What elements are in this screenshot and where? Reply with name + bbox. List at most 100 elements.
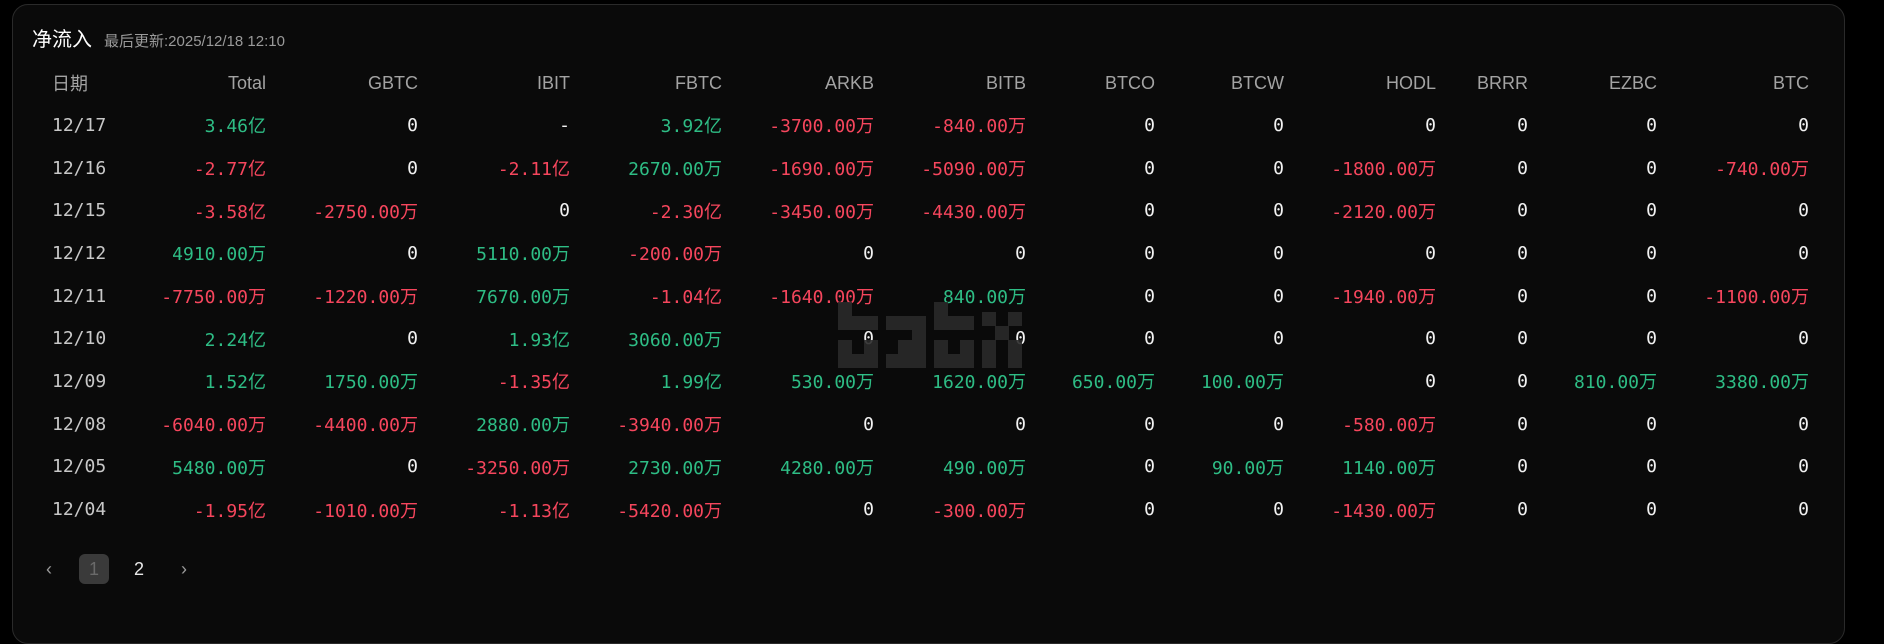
flow-cell-gbtc: 1750.00万 (324, 372, 418, 394)
flow-cell-btcw: 0 (1273, 200, 1284, 222)
flow-cell-total: 4910.00万 (172, 244, 266, 266)
flow-cell-btco: 0 (1144, 157, 1155, 179)
flow-cell-btc: 0 (1798, 456, 1809, 478)
table-row: 12/16 -2.77亿 0 -2.11亿 2670.00万 -1690.00万 -5090… (19, 147, 1819, 190)
flow-cell-hodl: 0 (1425, 114, 1436, 136)
flow-cell-gbtc: -4400.00万 (313, 415, 418, 437)
row-spacer (1809, 232, 1819, 275)
flow-cell-btc: 0 (1798, 242, 1809, 264)
flow-cell-total: -3.58亿 (193, 201, 266, 223)
row-spacer (1809, 446, 1819, 489)
flow-cell-btc: 0 (1798, 200, 1809, 222)
page-button-2[interactable]: 2 (124, 554, 154, 584)
flow-cell-ezbc: 0 (1646, 499, 1657, 521)
flow-cell-btc: 0 (1798, 499, 1809, 521)
column-header-btco: BTCO (1104, 72, 1155, 93)
column-spacer (1809, 62, 1819, 104)
flow-cell-gbtc: 0 (407, 456, 418, 478)
flow-cell-hodl: 0 (1425, 370, 1436, 392)
flow-cell-btcw: 0 (1273, 157, 1284, 179)
flow-cell-bitb: -840.00万 (932, 116, 1026, 138)
flow-cell-ibit: 7670.00万 (476, 287, 570, 309)
flow-cell-total: 1.52亿 (204, 372, 266, 394)
flow-cell-fbtc: 3060.00万 (628, 329, 722, 351)
flow-cell-ezbc: 0 (1646, 328, 1657, 350)
flow-cell-arkb: -3450.00万 (769, 201, 874, 223)
flow-cell-ezbc: 0 (1646, 200, 1657, 222)
flow-cell-btco: 0 (1144, 499, 1155, 521)
flow-cell-total: -1.95亿 (193, 500, 266, 522)
page-title: 净流入 (32, 29, 92, 51)
flow-cell-btco: 0 (1144, 114, 1155, 136)
date-cell: 12/10 (52, 328, 107, 350)
flow-cell-hodl: -2120.00万 (1331, 201, 1436, 223)
flow-cell-ibit: 2880.00万 (476, 415, 570, 437)
flow-cell-ibit: 5110.00万 (476, 244, 570, 266)
date-cell: 12/11 (52, 285, 107, 307)
row-spacer (1809, 403, 1819, 446)
date-cell: 12/12 (52, 242, 107, 264)
prev-page-button[interactable]: ‹ (34, 554, 64, 584)
flow-cell-btcw: 0 (1273, 242, 1284, 264)
date-cell: 12/08 (52, 413, 107, 435)
table-header-row: 日期 Total GBTC IBIT FBTC ARKB BITB BTCO BTCW HODL B… (19, 62, 1819, 104)
flow-cell-bitb: -4430.00万 (921, 201, 1026, 223)
row-spacer (1809, 104, 1819, 147)
flow-cell-bitb: 0 (1015, 242, 1026, 264)
flow-cell-btc: 0 (1798, 114, 1809, 136)
flow-cell-hodl: 0 (1425, 328, 1436, 350)
flow-cell-ibit: - (559, 114, 570, 136)
column-header-arkb: ARKB (824, 72, 874, 93)
column-header-ezbc: EZBC (1608, 72, 1657, 93)
flow-cell-btco: 650.00万 (1071, 372, 1155, 394)
table-row: 12/04 -1.95亿 -1010.00万 -1.13亿 -5420.00万 0 -300… (19, 488, 1819, 531)
column-header-gbtc: GBTC (367, 72, 418, 93)
flow-cell-arkb: -1690.00万 (769, 159, 874, 181)
flow-cell-arkb: 4280.00万 (780, 457, 874, 479)
flow-cell-btcw: 90.00万 (1211, 457, 1284, 479)
table-row: 12/08 -6040.00万 -4400.00万 2880.00万 -3940.00万… (19, 403, 1819, 446)
flow-cell-bitb: 0 (1015, 413, 1026, 435)
chevron-right-icon: › (181, 558, 187, 579)
card-header: 净流入 最后更新:2025/12/18 12:10 (32, 23, 285, 52)
flow-cell-gbtc: 0 (407, 157, 418, 179)
flow-cell-total: 2.24亿 (204, 329, 266, 351)
flow-cell-brrr: 0 (1517, 413, 1528, 435)
flow-cell-hodl: -580.00万 (1342, 415, 1436, 437)
flow-cell-bitb: 490.00万 (942, 457, 1026, 479)
flow-cell-gbtc: -1010.00万 (313, 500, 418, 522)
date-cell: 12/09 (52, 370, 107, 392)
table-row: 12/15 -3.58亿 -2750.00万 0 -2.30亿 -3450.00万 -443… (19, 189, 1819, 232)
flow-cell-fbtc: 3.92亿 (660, 116, 722, 138)
flow-cell-fbtc: -2.30亿 (649, 201, 722, 223)
column-header-date: 日期 (52, 74, 88, 94)
next-page-button[interactable]: › (169, 554, 199, 584)
flow-cell-btc: -1100.00万 (1704, 287, 1809, 309)
flow-cell-ibit: -1.13亿 (497, 500, 570, 522)
flow-cell-ezbc: 0 (1646, 285, 1657, 307)
flow-cell-ibit: -1.35亿 (497, 372, 570, 394)
column-header-ibit: IBIT (536, 72, 570, 93)
flow-cell-brrr: 0 (1517, 242, 1528, 264)
flow-cell-btc: -740.00万 (1715, 159, 1809, 181)
page-button-1[interactable]: 1 (79, 554, 109, 584)
flow-cell-ezbc: 0 (1646, 242, 1657, 264)
flow-cell-brrr: 0 (1517, 285, 1528, 307)
column-header-brrr: BRRR (1476, 72, 1528, 93)
flow-cell-btco: 0 (1144, 456, 1155, 478)
flow-cell-fbtc: -200.00万 (628, 244, 722, 266)
flow-cell-arkb: 0 (863, 499, 874, 521)
flow-cell-arkb: -3700.00万 (769, 116, 874, 138)
flow-cell-brrr: 0 (1517, 456, 1528, 478)
flow-cell-btcw: 0 (1273, 328, 1284, 350)
row-spacer (1809, 189, 1819, 232)
flow-cell-btco: 0 (1144, 413, 1155, 435)
flow-cell-hodl: -1800.00万 (1331, 159, 1436, 181)
column-header-bitb: BITB (985, 72, 1026, 93)
flow-cell-gbtc: -2750.00万 (313, 201, 418, 223)
flow-cell-gbtc: 0 (407, 328, 418, 350)
flow-cell-gbtc: -1220.00万 (313, 287, 418, 309)
flow-cell-ibit: -2.11亿 (497, 159, 570, 181)
flow-cell-btcw: 0 (1273, 285, 1284, 307)
flow-cell-total: 3.46亿 (204, 116, 266, 138)
